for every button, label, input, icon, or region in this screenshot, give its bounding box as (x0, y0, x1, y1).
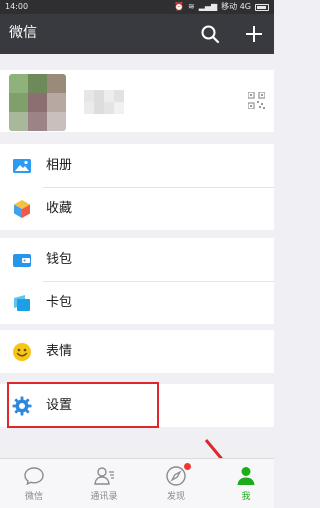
menu-item-label: 钱包 (46, 252, 73, 267)
status-carrier: 移动 4G (221, 2, 251, 11)
wifi-icon: ≋ (187, 2, 195, 11)
notification-badge (184, 463, 191, 470)
page-title: 微信 (9, 25, 37, 41)
contacts-icon (94, 467, 114, 485)
status-time: 14:00 (5, 2, 29, 11)
emoji-icon (13, 343, 31, 361)
card-icon (14, 295, 30, 311)
alarm-icon: ⏰ (174, 2, 184, 11)
menu-item-label: 表情 (46, 344, 73, 359)
tab-label: 发现 (166, 492, 185, 502)
tab-chats[interactable]: 微信 (0, 459, 68, 508)
menu-item-label: 相册 (46, 158, 73, 173)
menu-item-emoji[interactable]: 表情 (0, 330, 274, 373)
menu-item-cards[interactable]: 卡包 (0, 281, 274, 324)
menu-item-label: 收藏 (46, 201, 73, 216)
tab-contacts[interactable]: 通讯录 (70, 459, 138, 508)
signal-icon: ▂▄▆ (198, 2, 218, 11)
profile-name-blurred (84, 90, 124, 114)
status-bar: 14:00 ⏰ ≋ ▂▄▆ 移动 4G (0, 0, 274, 14)
tab-label: 微信 (24, 492, 43, 502)
tab-me[interactable]: 我 (212, 459, 280, 508)
search-icon[interactable] (198, 22, 222, 46)
favorites-cube-icon (14, 200, 30, 218)
menu-item-label: 卡包 (46, 295, 73, 310)
menu-item-album[interactable]: 相册 (0, 144, 274, 187)
qr-code-icon[interactable] (248, 92, 265, 109)
menu-item-favorites[interactable]: 收藏 (0, 187, 274, 230)
menu-item-wallet[interactable]: 钱包 (0, 238, 274, 281)
profile-card[interactable] (0, 70, 274, 132)
tab-discover[interactable]: 发现 (142, 459, 210, 508)
wallet-icon (13, 254, 31, 267)
status-indicators: ⏰ ≋ ▂▄▆ 移动 4G (174, 0, 269, 14)
top-header: 微信 (0, 14, 274, 54)
settings-highlight-annotation (7, 382, 159, 428)
tab-label: 我 (241, 492, 251, 502)
avatar[interactable] (9, 74, 66, 131)
album-icon (13, 159, 31, 173)
menu-group-emoji: 表情 (0, 330, 274, 373)
battery-icon (255, 4, 269, 11)
menu-group-media: 相册 收藏 (0, 144, 274, 230)
plus-icon[interactable] (242, 22, 266, 46)
menu-group-wallet: 钱包 卡包 (0, 238, 274, 324)
bottom-tab-bar: 微信 通讯录 发现 我 (0, 458, 274, 508)
chat-icon (24, 467, 44, 486)
tab-label: 通讯录 (90, 492, 118, 502)
me-icon (237, 467, 255, 485)
